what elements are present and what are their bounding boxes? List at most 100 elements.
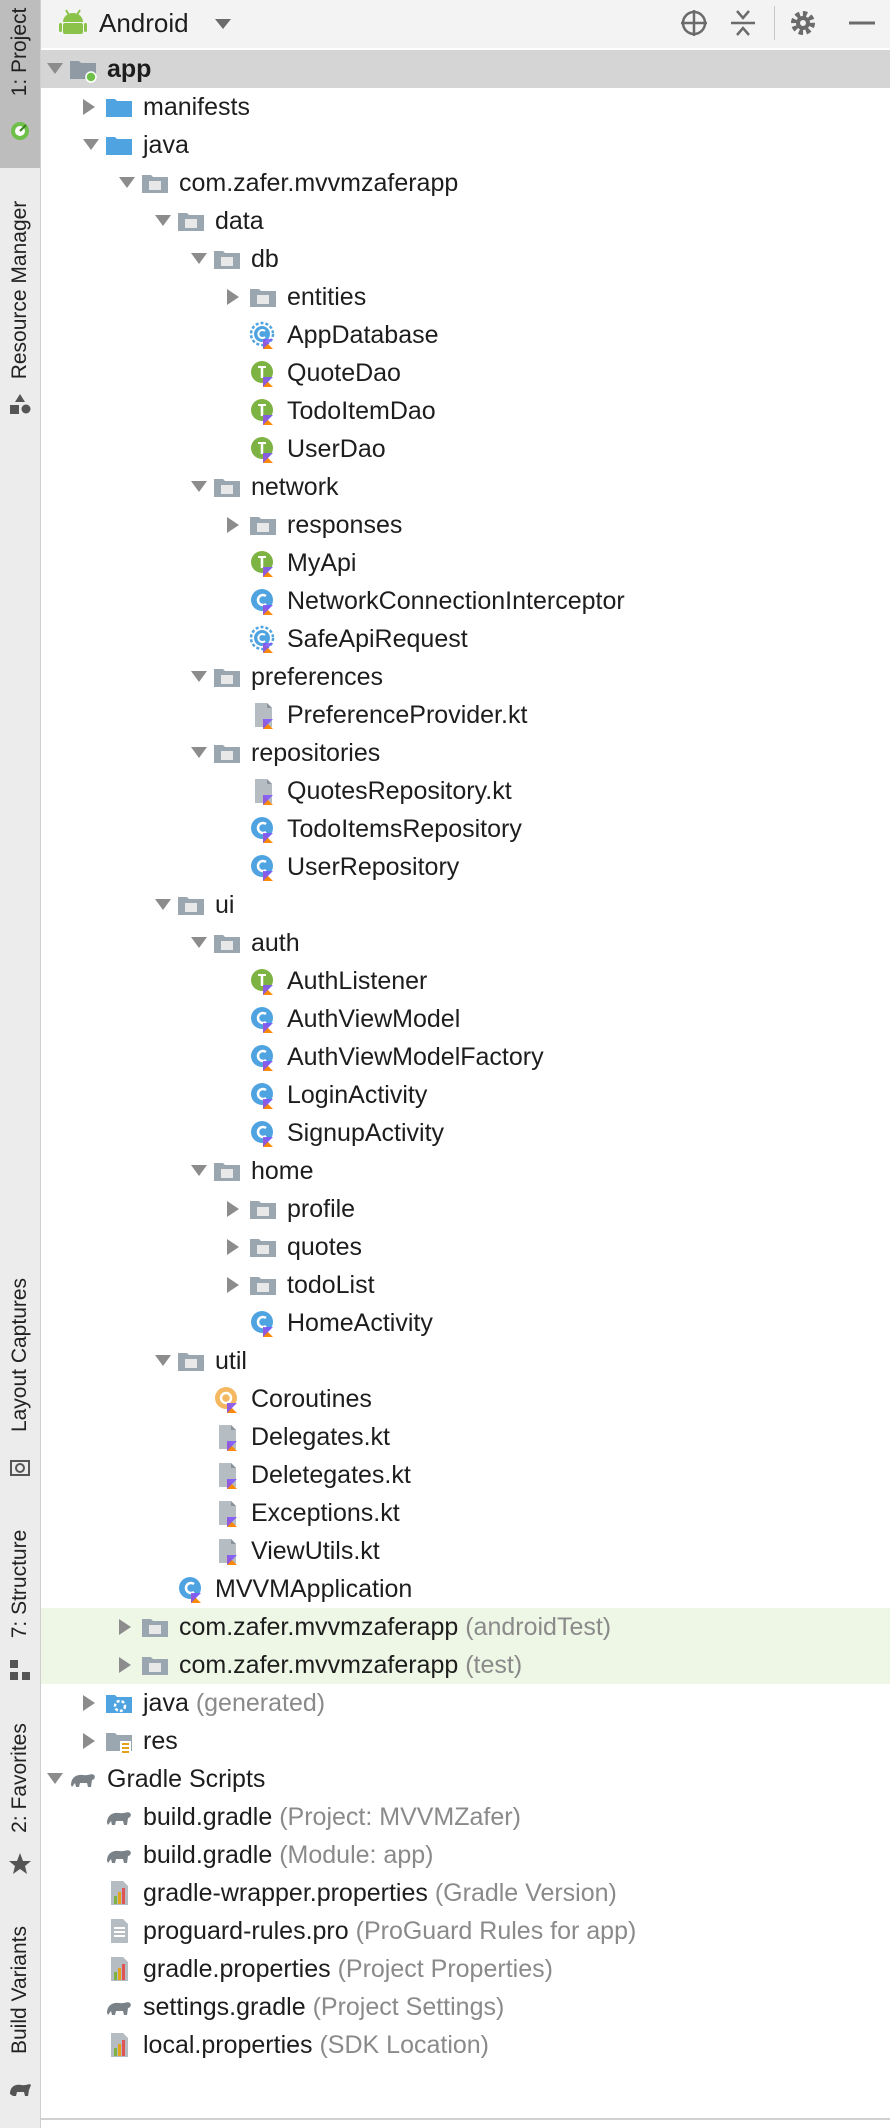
side-tab-layout-captures[interactable]: Layout Captures: [8, 1278, 32, 1432]
tree-row[interactable]: Delegates.kt: [41, 1418, 890, 1456]
tree-row[interactable]: res: [41, 1722, 890, 1760]
tree-row[interactable]: LoginActivity: [41, 1076, 890, 1114]
tree-row[interactable]: java: [41, 126, 890, 164]
collapse-all-icon[interactable]: [728, 8, 758, 38]
tree-row[interactable]: settings.gradle (Project Settings): [41, 1988, 890, 2026]
tree-row[interactable]: HomeActivity: [41, 1304, 890, 1342]
tree-row[interactable]: Deletegates.kt: [41, 1456, 890, 1494]
kotlin-class-icon: [251, 1121, 273, 1147]
expand-arrow-icon[interactable]: [155, 899, 171, 910]
tree-row[interactable]: auth: [41, 924, 890, 962]
collapse-arrow-icon[interactable]: [83, 99, 95, 115]
tree-row[interactable]: home: [41, 1152, 890, 1190]
tree-row[interactable]: AuthListener: [41, 962, 890, 1000]
tree-row[interactable]: UserRepository: [41, 848, 890, 886]
expand-arrow-icon[interactable]: [191, 671, 207, 682]
star-icon[interactable]: [8, 1852, 32, 1876]
interface-icon: [251, 399, 273, 425]
tree-row[interactable]: responses: [41, 506, 890, 544]
tree-row[interactable]: local.properties (SDK Location): [41, 2026, 890, 2064]
expand-arrow-icon[interactable]: [155, 1355, 171, 1366]
tree-row[interactable]: Coroutines: [41, 1380, 890, 1418]
collapse-arrow-icon[interactable]: [119, 1619, 131, 1635]
side-tab-7-structure[interactable]: 7: Structure: [8, 1530, 32, 1639]
view-selector-label[interactable]: Android: [99, 8, 189, 39]
tree-row[interactable]: repositories: [41, 734, 890, 772]
side-tab-resource-manager[interactable]: Resource Manager: [8, 201, 32, 380]
side-tab-2-favorites[interactable]: 2: Favorites: [8, 1723, 32, 1833]
tree-row[interactable]: ViewUtils.kt: [41, 1532, 890, 1570]
tree-row[interactable]: proguard-rules.pro (ProGuard Rules for a…: [41, 1912, 890, 1950]
tree-row[interactable]: TodoItemsRepository: [41, 810, 890, 848]
expand-arrow-icon[interactable]: [47, 63, 63, 74]
tree-row[interactable]: AuthViewModelFactory: [41, 1038, 890, 1076]
tree-row[interactable]: MVVMApplication: [41, 1570, 890, 1608]
tree-row[interactable]: MyApi: [41, 544, 890, 582]
collapse-arrow-icon[interactable]: [227, 1239, 239, 1255]
tree-row[interactable]: com.zafer.mvvmzaferapp: [41, 164, 890, 202]
expand-arrow-icon[interactable]: [191, 253, 207, 264]
expand-arrow-icon[interactable]: [191, 1165, 207, 1176]
tree-item-name: Gradle Scripts: [107, 1765, 266, 1793]
collapse-arrow-icon[interactable]: [227, 289, 239, 305]
tree-row[interactable]: build.gradle (Project: MVVMZafer): [41, 1798, 890, 1836]
tree-item-label: TodoItemDao: [287, 397, 436, 426]
tree-row[interactable]: profile: [41, 1190, 890, 1228]
tree-item-name: network: [251, 473, 339, 501]
tree-row[interactable]: gradle-wrapper.properties (Gradle Versio…: [41, 1874, 890, 1912]
tree-row[interactable]: PreferenceProvider.kt: [41, 696, 890, 734]
tree-row[interactable]: AppDatabase: [41, 316, 890, 354]
tree-row[interactable]: db: [41, 240, 890, 278]
tree-row[interactable]: util: [41, 1342, 890, 1380]
tree-row[interactable]: com.zafer.mvvmzaferapp (test): [41, 1646, 890, 1684]
side-tab-1-project[interactable]: 1: Project: [8, 8, 32, 97]
collapse-arrow-icon[interactable]: [83, 1733, 95, 1749]
expand-arrow-icon[interactable]: [155, 215, 171, 226]
tree-row[interactable]: entities: [41, 278, 890, 316]
expand-arrow-icon[interactable]: [83, 139, 99, 150]
tree-row[interactable]: network: [41, 468, 890, 506]
tree-row[interactable]: SignupActivity: [41, 1114, 890, 1152]
collapse-arrow-icon[interactable]: [227, 1277, 239, 1293]
expand-arrow-icon[interactable]: [191, 747, 207, 758]
tree-row[interactable]: NetworkConnectionInterceptor: [41, 582, 890, 620]
tree-row[interactable]: gradle.properties (Project Properties): [41, 1950, 890, 1988]
tree-row[interactable]: ui: [41, 886, 890, 924]
minimize-icon[interactable]: [847, 8, 877, 38]
collapse-arrow-icon[interactable]: [119, 1657, 131, 1673]
expand-arrow-icon[interactable]: [119, 177, 135, 188]
locate-icon[interactable]: [679, 8, 709, 38]
tree-row[interactable]: data: [41, 202, 890, 240]
tree-row[interactable]: Gradle Scripts: [41, 1760, 890, 1798]
tree-row[interactable]: java (generated): [41, 1684, 890, 1722]
chevron-down-icon[interactable]: [215, 19, 231, 29]
expand-arrow-icon[interactable]: [191, 481, 207, 492]
tree-row[interactable]: quotes: [41, 1228, 890, 1266]
tree-row[interactable]: todoList: [41, 1266, 890, 1304]
expand-arrow-icon[interactable]: [191, 937, 207, 948]
tree-row[interactable]: Exceptions.kt: [41, 1494, 890, 1532]
tree-row[interactable]: app: [41, 50, 890, 88]
structure-icon[interactable]: [8, 1658, 32, 1682]
tree-row[interactable]: QuotesRepository.kt: [41, 772, 890, 810]
tree-row[interactable]: com.zafer.mvvmzaferapp (androidTest): [41, 1608, 890, 1646]
collapse-arrow-icon[interactable]: [227, 517, 239, 533]
tree-row[interactable]: build.gradle (Module: app): [41, 1836, 890, 1874]
android-icon[interactable]: [8, 118, 32, 142]
tree-row[interactable]: QuoteDao: [41, 354, 890, 392]
camera-icon[interactable]: [8, 1455, 32, 1479]
collapse-arrow-icon[interactable]: [227, 1201, 239, 1217]
tree-item-label: Delegates.kt: [251, 1423, 390, 1452]
tree-row[interactable]: UserDao: [41, 430, 890, 468]
gear-icon[interactable]: [788, 8, 818, 38]
shapes-icon[interactable]: [8, 392, 32, 416]
side-tab-build-variants[interactable]: Build Variants: [8, 1926, 32, 2054]
tree-row[interactable]: AuthViewModel: [41, 1000, 890, 1038]
tree-row[interactable]: manifests: [41, 88, 890, 126]
expand-arrow-icon[interactable]: [47, 1773, 63, 1784]
build-variants-icon[interactable]: [8, 2076, 32, 2100]
tree-row[interactable]: SafeApiRequest: [41, 620, 890, 658]
tree-row[interactable]: TodoItemDao: [41, 392, 890, 430]
tree-row[interactable]: preferences: [41, 658, 890, 696]
collapse-arrow-icon[interactable]: [83, 1695, 95, 1711]
